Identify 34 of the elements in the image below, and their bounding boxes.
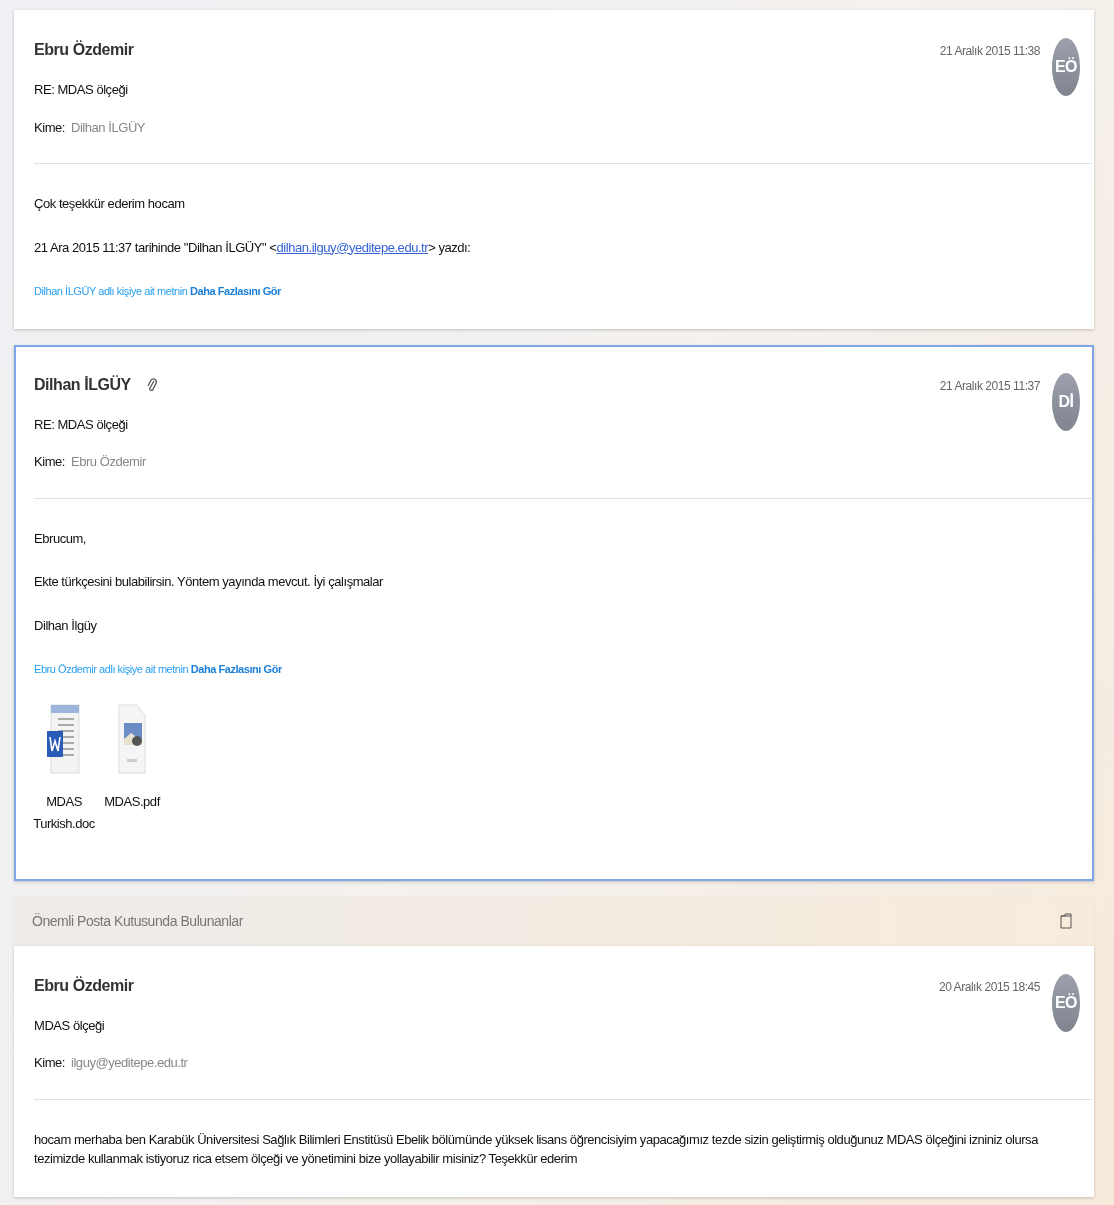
show-more-link[interactable]: Ebru Özdemir adlı kişiye ait metnin Daha Fazlasını Gör: [34, 663, 282, 675]
message-text: Dilhan İlgüy: [34, 616, 98, 635]
message-text: hocam merhaba ben Karabük Üniversitesi Sağlık Bilimleri Enstitüsü Ebelik bölümünde yüksek lisans öğrencisiyim yapacağımız tezde sizin geliştirmiş olduğunuz MDAS ölçeğini izniniz olursa tezimizde kullanmak istiyoruz rica etsem ölçeği ve yönetimini bize yollayabilir misiniz? Teşekkür ederim: [34, 1130, 1040, 1169]
recipient: Dilhan İLGÜY: [71, 119, 146, 135]
sender-name: Ebru Özdemir: [34, 39, 134, 60]
recipient-label: Kime:: [34, 454, 65, 469]
subject: MDAS ölçeği: [34, 1016, 106, 1035]
attachment-name[interactable]: MDAS Turkish.doc: [33, 790, 95, 835]
sender-name: Dilhan İLGÜY: [34, 374, 131, 395]
email-link[interactable]: dilhan.ilguy@yeditepe.edu.tr: [276, 239, 429, 255]
message-text: Çok teşekkür ederim hocam: [34, 195, 186, 213]
recipient: Ebru Özdemir: [71, 454, 146, 469]
message-card[interactable]: [14, 945, 1094, 1197]
message-text: Ekte türkçesini bulabilirsin. Yöntem yayında mevcut. İyi çalışmalar: [34, 573, 384, 591]
subject: RE: MDAS ölçeği: [34, 415, 129, 434]
recipient-label: Kime:: [34, 119, 65, 135]
quote-header: 21 Ara 2015 11:37 tarihinde "Dilhan İLGÜY" <dilhan.ilguy@yeditepe.edu.tr> yazdı:: [34, 238, 472, 257]
message-date: 20 Aralık 2015 18:45: [938, 978, 1040, 996]
word-document-icon[interactable]: [46, 702, 82, 775]
sender-name: Ebru Özdemir: [34, 975, 134, 996]
subject: RE: MDAS ölçeği: [34, 81, 129, 99]
avatar: EÖ: [1052, 973, 1080, 1032]
avatar: Dİ: [1052, 372, 1080, 431]
attachment-name[interactable]: MDAS.pdf: [104, 790, 160, 813]
message-date: 21 Aralık 2015 11:37: [939, 377, 1040, 395]
message-text: Ebrucum,: [34, 529, 88, 548]
recipient: ilguy@yeditepe.edu.tr: [71, 1055, 188, 1071]
pdf-file-icon[interactable]: [117, 702, 147, 775]
message-date: 21 Aralık 2015 11:38: [939, 43, 1040, 60]
mailbox-title: Önemli Posta Kutusunda Bulunanlar: [32, 911, 243, 931]
show-more-link[interactable]: Dilhan İLGÜY adlı kişiye ait metnin Daha Fazlasını Gör: [34, 285, 281, 297]
recipient-label: Kime:: [34, 1055, 65, 1071]
avatar: EÖ: [1052, 38, 1080, 96]
folder-icon[interactable]: [1060, 913, 1072, 930]
